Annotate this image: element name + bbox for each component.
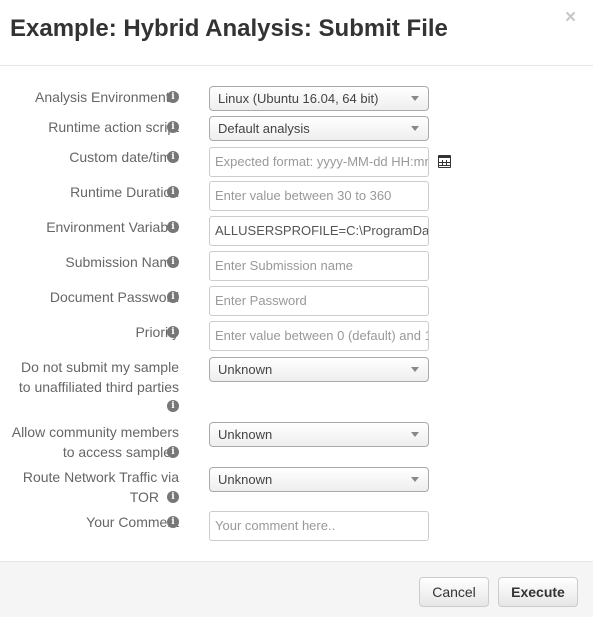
community-access-label-line2: to access sample — [62, 444, 171, 460]
close-icon[interactable]: × — [565, 8, 576, 28]
tor-routing-select[interactable]: Unknown — [209, 467, 429, 492]
info-icon[interactable]: i — [167, 326, 179, 338]
info-icon[interactable]: i — [167, 186, 179, 198]
community-access-label-line1: Allow community members — [11, 424, 179, 440]
submission-name-label: Submission Name — [65, 254, 179, 270]
chevron-down-icon — [411, 126, 419, 131]
info-icon[interactable]: i — [167, 121, 179, 133]
tor-routing-label-line2: TOR — [129, 489, 159, 505]
chevron-down-icon — [411, 477, 419, 482]
info-icon[interactable]: i — [167, 446, 179, 458]
environment-select[interactable]: Linux (Ubuntu 16.04, 64 bit) — [209, 86, 429, 111]
info-icon[interactable]: i — [167, 400, 179, 412]
runtime-duration-label: Runtime Duration — [70, 184, 179, 200]
action-script-select[interactable]: Default analysis — [209, 116, 429, 141]
info-icon[interactable]: i — [167, 221, 179, 233]
no-third-party-select[interactable]: Unknown — [209, 357, 429, 382]
cancel-button[interactable]: Cancel — [419, 577, 489, 607]
chevron-down-icon — [411, 432, 419, 437]
comment-label: Your Comment — [86, 514, 179, 530]
modal-header: Example: Hybrid Analysis: Submit File × — [0, 0, 593, 66]
info-icon[interactable]: i — [167, 91, 179, 103]
modal-footer: Cancel Execute — [0, 561, 593, 617]
no-third-party-label-line1: Do not submit my sample — [21, 359, 179, 375]
environment-label: Analysis Environment * — [0, 87, 179, 107]
custom-date-input[interactable]: Expected format: yyyy-MM-dd HH:mm — [209, 147, 429, 177]
info-icon[interactable]: i — [167, 151, 179, 163]
custom-date-label: Custom date/time — [69, 149, 179, 165]
no-third-party-label-line2: to unaffiliated third parties — [18, 379, 179, 395]
env-variable-input[interactable]: ALLUSERSPROFILE=C:\ProgramData — [209, 216, 429, 246]
runtime-duration-input[interactable]: Enter value between 30 to 360 — [209, 181, 429, 211]
submit-file-modal: Example: Hybrid Analysis: Submit File × … — [0, 0, 593, 617]
info-icon[interactable]: i — [167, 516, 179, 528]
chevron-down-icon — [411, 367, 419, 372]
chevron-down-icon — [411, 96, 419, 101]
info-icon[interactable]: i — [167, 491, 179, 503]
execute-button[interactable]: Execute — [498, 577, 578, 607]
document-password-input[interactable]: Enter Password — [209, 286, 429, 316]
action-script-label: Runtime action script — [48, 119, 179, 135]
calendar-icon[interactable] — [438, 155, 451, 168]
info-icon[interactable]: i — [167, 291, 179, 303]
comment-textarea[interactable]: Your comment here.. — [209, 511, 429, 541]
info-icon[interactable]: i — [167, 256, 179, 268]
env-variable-label: Environment Variable — [46, 219, 179, 235]
tor-routing-label-line1: Route Network Traffic via — [22, 469, 179, 485]
priority-label: Priority — [135, 324, 179, 340]
document-password-label: Document Password — [49, 289, 179, 305]
community-access-select[interactable]: Unknown — [209, 422, 429, 447]
modal-title: Example: Hybrid Analysis: Submit File — [10, 15, 448, 42]
priority-input[interactable]: Enter value between 0 (default) and 100 — [209, 321, 429, 351]
submission-name-input[interactable]: Enter Submission name — [209, 251, 429, 281]
